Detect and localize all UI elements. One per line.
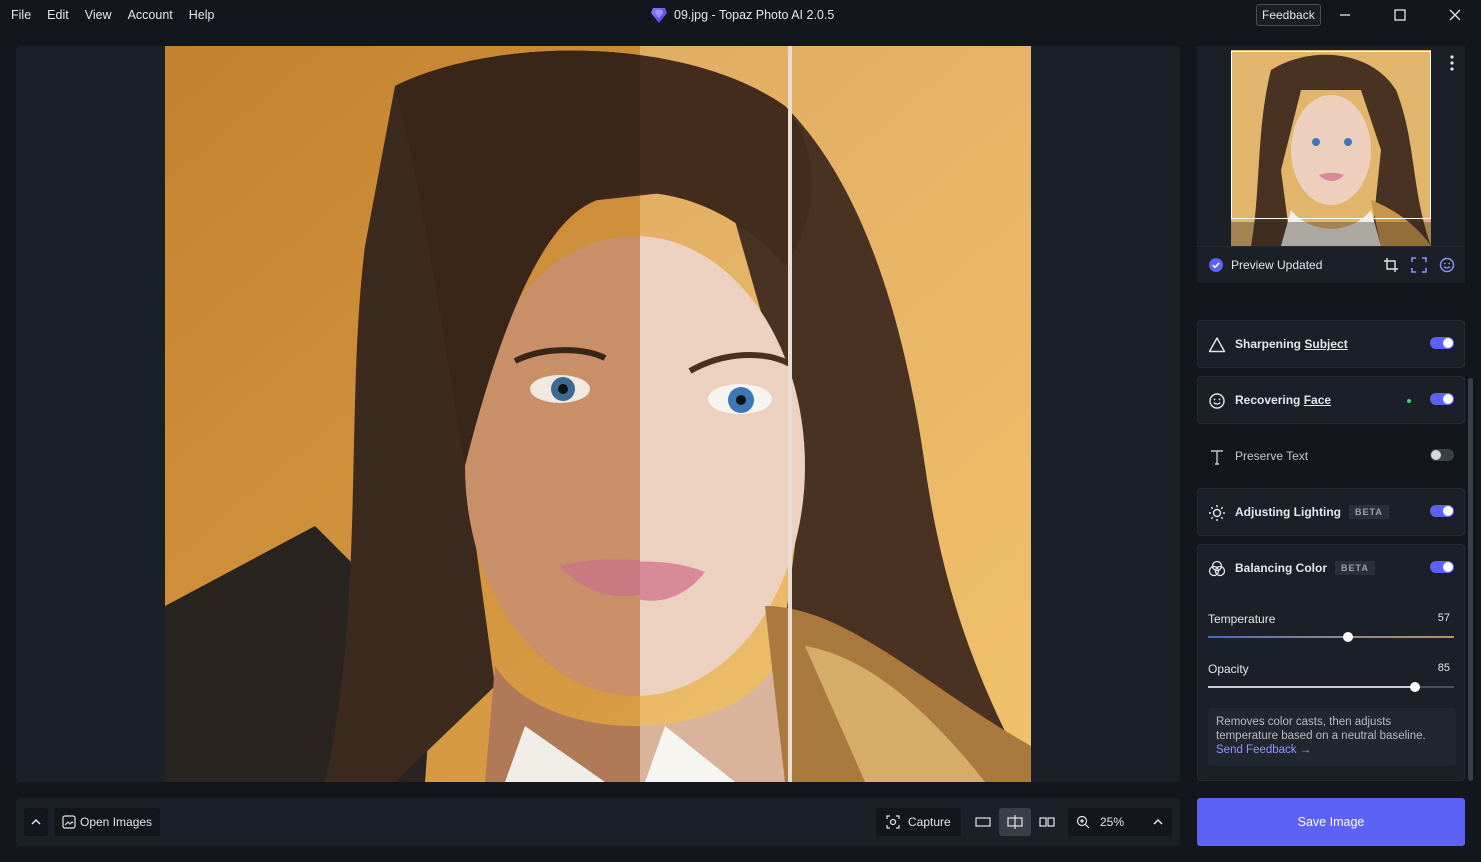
- filter-sharpening-label: Sharpening Subject: [1235, 337, 1348, 351]
- single-view-button[interactable]: [969, 808, 997, 836]
- filter-recovering-toggle[interactable]: [1430, 393, 1454, 405]
- filter-adjusting-lighting-toggle[interactable]: [1430, 505, 1454, 517]
- navigator-preview[interactable]: [1197, 46, 1465, 246]
- maximize-icon[interactable]: [1389, 4, 1411, 26]
- send-feedback-link[interactable]: Send Feedback →: [1216, 744, 1311, 756]
- comparison-split-handle[interactable]: [788, 46, 792, 782]
- side-by-side-button[interactable]: [1033, 808, 1061, 836]
- menu-bar: File Edit View Account Help: [0, 0, 222, 30]
- filter-recovering-label: Recovering Face: [1235, 393, 1331, 407]
- save-image-button[interactable]: Save Image: [1197, 798, 1465, 846]
- fit-screen-icon[interactable]: [1411, 257, 1427, 273]
- crop-icon[interactable]: [1383, 257, 1399, 273]
- comparison-photo[interactable]: [165, 46, 1031, 782]
- capture-label: Capture: [908, 815, 951, 829]
- preview-status-bar: Preview Updated: [1197, 246, 1465, 283]
- filter-sharpening-link[interactable]: Subject: [1304, 337, 1347, 351]
- filter-adjusting-lighting[interactable]: Adjusting Lighting BETA: [1197, 488, 1465, 536]
- image-canvas[interactable]: [16, 46, 1180, 782]
- capture-icon: [886, 815, 900, 829]
- feedback-button[interactable]: Feedback: [1256, 4, 1321, 26]
- more-options-icon[interactable]: [1447, 54, 1457, 72]
- temperature-label: Temperature: [1208, 612, 1276, 626]
- open-images-button[interactable]: Open Images: [54, 808, 161, 836]
- filter-preserve-text[interactable]: Preserve Text: [1197, 432, 1465, 480]
- chevron-up-icon: [31, 818, 41, 825]
- menu-edit[interactable]: Edit: [39, 0, 77, 30]
- filter-balancing-color-title: Balancing Color: [1235, 561, 1328, 575]
- opacity-slider-knob[interactable]: [1409, 682, 1420, 692]
- portrait-image: [165, 46, 1031, 782]
- filter-sharpening-toggle[interactable]: [1430, 337, 1454, 349]
- opacity-slider[interactable]: [1208, 682, 1454, 692]
- filter-sharpening-title: Sharpening: [1235, 337, 1302, 351]
- filter-recovering-link[interactable]: Face: [1304, 393, 1331, 407]
- opacity-value: 85: [1437, 662, 1450, 674]
- filter-balancing-color-toggle[interactable]: [1430, 561, 1454, 573]
- panel-scrollbar[interactable]: [1468, 378, 1473, 781]
- split-view-button[interactable]: [999, 808, 1031, 836]
- temperature-value: 57: [1437, 612, 1450, 624]
- filter-description-text: Removes color casts, then adjusts temper…: [1216, 716, 1426, 742]
- filter-adjusting-lighting-label: Adjusting Lighting BETA: [1235, 505, 1389, 519]
- chevron-up-icon: [1153, 818, 1163, 825]
- app-window: File Edit View Account Help 09.jpg - Top…: [0, 0, 1481, 862]
- filter-recovering[interactable]: Recovering Face: [1197, 376, 1465, 424]
- menu-account[interactable]: Account: [120, 0, 181, 30]
- window-title-text: 09.jpg - Topaz Photo AI 2.0.5: [674, 8, 835, 22]
- beta-badge: BETA: [1335, 561, 1375, 575]
- capture-button[interactable]: Capture: [876, 808, 961, 836]
- close-icon[interactable]: [1444, 4, 1466, 26]
- triangle-icon: [1208, 337, 1226, 353]
- window-title: 09.jpg - Topaz Photo AI 2.0.5: [650, 6, 834, 24]
- balancing-color-settings: Temperature 57 Opacity 85 Removes color …: [1197, 592, 1465, 781]
- expand-up-button[interactable]: [24, 808, 48, 836]
- menu-view[interactable]: View: [77, 0, 120, 30]
- zoom-level: 25%: [1099, 815, 1125, 829]
- face-view-icon[interactable]: [1439, 257, 1455, 273]
- color-balance-icon: [1208, 560, 1226, 577]
- navigator-viewport-frame[interactable]: [1231, 51, 1431, 219]
- filter-balancing-color-label: Balancing Color BETA: [1235, 561, 1375, 575]
- menu-help[interactable]: Help: [181, 0, 223, 30]
- text-icon: [1211, 450, 1223, 465]
- app-logo-icon: [651, 8, 667, 23]
- filter-sharpening[interactable]: Sharpening Subject: [1197, 320, 1465, 368]
- status-dot: [1407, 399, 1411, 403]
- title-bar: File Edit View Account Help 09.jpg - Top…: [0, 0, 1481, 30]
- filter-adjusting-lighting-title: Adjusting Lighting: [1235, 505, 1341, 519]
- sun-icon: [1209, 505, 1225, 521]
- side-by-side-icon: [1039, 817, 1055, 827]
- filter-preserve-text-toggle[interactable]: [1430, 449, 1454, 461]
- filter-balancing-color[interactable]: Balancing Color BETA: [1197, 544, 1465, 592]
- open-images-label: Open Images: [80, 815, 153, 829]
- bottom-toolbar: Open Images Capture 25%: [16, 798, 1180, 846]
- image-add-icon: [62, 815, 76, 829]
- filter-recovering-title: Recovering: [1235, 393, 1301, 407]
- temperature-slider-knob[interactable]: [1343, 632, 1354, 642]
- preview-status-text: Preview Updated: [1231, 258, 1323, 272]
- zoom-icon: [1076, 815, 1090, 829]
- check-circle-icon: [1209, 258, 1223, 272]
- opacity-label: Opacity: [1208, 662, 1249, 676]
- face-icon: [1209, 393, 1225, 409]
- filter-description: Removes color casts, then adjusts temper…: [1208, 708, 1456, 766]
- zoom-control[interactable]: 25%: [1068, 808, 1172, 836]
- temperature-slider[interactable]: [1208, 632, 1454, 642]
- split-view-icon: [1007, 815, 1023, 829]
- filter-preserve-text-label: Preserve Text: [1235, 449, 1309, 463]
- beta-badge: BETA: [1348, 505, 1389, 519]
- menu-file[interactable]: File: [0, 0, 39, 30]
- minimize-icon[interactable]: [1334, 4, 1356, 26]
- single-view-icon: [975, 817, 991, 827]
